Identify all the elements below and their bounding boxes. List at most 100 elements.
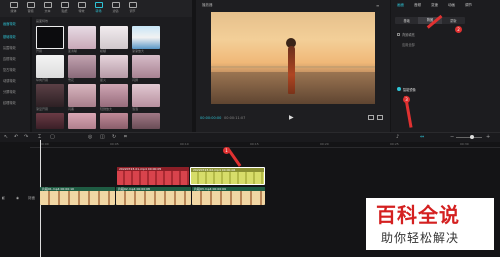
ruler-label: 00:20 bbox=[320, 142, 329, 146]
media-toolbar: 媒体 音频 文本 贴纸 特效 转场 滤镜 调节 bbox=[0, 0, 192, 17]
effect-card[interactable]: 轻微放大 bbox=[100, 84, 128, 111]
sidebar-item[interactable]: 边框特效 bbox=[3, 56, 16, 62]
crop-icon[interactable] bbox=[368, 115, 374, 120]
effect-thumbnail bbox=[36, 26, 64, 49]
tab-speed[interactable]: 变速 bbox=[431, 3, 438, 9]
property-tabs: 画面 音频 变速 动画 调节 bbox=[393, 3, 498, 9]
tab-audio[interactable]: 音频 bbox=[414, 3, 421, 9]
mic-icon[interactable]: ♪ bbox=[396, 134, 399, 140]
player-title: 播放器 bbox=[202, 3, 213, 7]
sidebar-header[interactable]: 画面特效 bbox=[3, 21, 16, 27]
video-clip[interactable]: 片段02.mp4 00:00:08 bbox=[116, 187, 191, 205]
effect-card[interactable]: 泡泡 bbox=[132, 84, 160, 111]
tool-filter[interactable]: 滤镜 bbox=[108, 2, 123, 16]
effect-card[interactable]: 变清晰 bbox=[68, 26, 96, 53]
effect-thumbnail bbox=[100, 26, 128, 49]
effect-thumbnail bbox=[100, 84, 128, 107]
sidebar-item[interactable]: 动感特效 bbox=[3, 78, 16, 84]
effect-thumbnail bbox=[68, 26, 96, 49]
video-preview[interactable] bbox=[211, 12, 375, 104]
video-clip[interactable]: 片段03.mp4 00:00:09 bbox=[192, 187, 265, 205]
effect-card[interactable] bbox=[36, 113, 64, 129]
audio-icon bbox=[26, 2, 35, 8]
annotation-badge: 1 bbox=[223, 147, 230, 154]
rotate-icon[interactable]: ↻ bbox=[112, 134, 116, 140]
ruler-label: 00:30 bbox=[460, 142, 469, 146]
effect-thumbnail bbox=[68, 113, 96, 129]
freeze-icon[interactable]: ◎ bbox=[88, 134, 92, 140]
tab-animation[interactable]: 动画 bbox=[448, 3, 455, 9]
effect-thumbnail bbox=[132, 26, 160, 49]
clip-frames bbox=[40, 191, 115, 205]
zoom-out-icon[interactable]: − bbox=[450, 134, 454, 140]
subtab-basic[interactable]: 基础 bbox=[395, 18, 418, 23]
effect-clip-selected[interactable]: 20220723-02.mp4 00:00:06 bbox=[190, 167, 265, 185]
effect-card[interactable]: 纵向开幕 bbox=[36, 55, 64, 82]
effect-card[interactable]: 渐显开幕 bbox=[36, 84, 64, 111]
tool-transition[interactable]: 转场 bbox=[91, 2, 106, 16]
play-icon[interactable]: ▶ bbox=[289, 114, 294, 121]
smart-mirror-toggle[interactable] bbox=[397, 87, 401, 91]
tab-adjust[interactable]: 调节 bbox=[465, 3, 472, 9]
ruler-label: 00:10 bbox=[180, 142, 189, 146]
effect-card[interactable]: 闪黑 bbox=[68, 84, 96, 111]
video-clip[interactable]: 片段01.mp4 00:00:10 bbox=[40, 187, 115, 205]
track-audio-icon[interactable]: ◉ bbox=[16, 196, 19, 200]
redo-icon[interactable]: ↷ bbox=[24, 134, 28, 140]
effect-card[interactable]: 星火 bbox=[100, 55, 128, 82]
effect-thumbnail bbox=[36, 113, 64, 129]
link-icon[interactable]: ⇔ bbox=[420, 134, 424, 140]
undo-icon[interactable]: ↶ bbox=[14, 134, 18, 140]
effect-card[interactable] bbox=[100, 113, 128, 129]
sidebar-item[interactable]: 基础特效 bbox=[3, 34, 16, 40]
effect-thumbnail bbox=[68, 55, 96, 78]
delete-icon[interactable]: ▢ bbox=[50, 134, 55, 140]
section-title: 画面特效 bbox=[36, 19, 49, 23]
ruler-label: 00:05 bbox=[110, 142, 119, 146]
effect-thumbnail bbox=[36, 84, 64, 107]
effect-card[interactable] bbox=[132, 113, 160, 129]
effect-card[interactable] bbox=[68, 113, 96, 129]
track-lock-icon[interactable]: ◧ bbox=[2, 196, 5, 200]
filter-icon bbox=[111, 2, 120, 8]
tool-effects[interactable]: 特效 bbox=[74, 2, 89, 16]
effect-clip[interactable]: 20220723-01.mp4 00:00:05 bbox=[117, 167, 189, 185]
zoom-slider-handle[interactable] bbox=[470, 135, 474, 139]
subtab-mask[interactable]: 蒙版 bbox=[442, 18, 465, 23]
ruler-label: 00:00 bbox=[40, 142, 49, 146]
tool-audio[interactable]: 音频 bbox=[23, 2, 38, 16]
time-ruler[interactable]: 00:00 00:05 00:10 00:15 00:20 00:25 00:3… bbox=[30, 142, 500, 148]
effect-thumbnail bbox=[36, 55, 64, 78]
effect-thumbnail bbox=[68, 84, 96, 107]
menu-icon[interactable]: ≡ bbox=[376, 3, 379, 8]
tool-text[interactable]: 文本 bbox=[40, 2, 55, 16]
annotation-badge: 3 bbox=[403, 96, 410, 103]
effect-thumbnail bbox=[132, 55, 160, 78]
effect-card[interactable]: 渐渐放大 bbox=[132, 26, 160, 53]
effect-card[interactable]: 模糊 bbox=[100, 26, 128, 53]
sticker-icon bbox=[60, 2, 69, 8]
sidebar-item[interactable]: 纹理特效 bbox=[3, 100, 16, 106]
watermark-title: 百科全说 bbox=[376, 203, 460, 227]
zoom-slider[interactable] bbox=[456, 137, 482, 138]
ruler-label: 00:15 bbox=[250, 142, 259, 146]
transition-icon bbox=[94, 2, 103, 8]
fullscreen-icon[interactable] bbox=[377, 115, 383, 120]
tool-media[interactable]: 媒体 bbox=[6, 2, 21, 16]
sidebar-item[interactable]: 复古特效 bbox=[3, 67, 16, 73]
crop-tool-icon[interactable]: ⌗ bbox=[124, 134, 127, 140]
sidebar-item[interactable]: 氛围特效 bbox=[3, 45, 16, 51]
tab-picture[interactable]: 画面 bbox=[397, 3, 404, 9]
apply-all-checkbox[interactable] bbox=[397, 33, 400, 36]
effect-card[interactable]: 闪屏 bbox=[132, 55, 160, 82]
effect-thumbnail bbox=[100, 113, 128, 129]
effect-card[interactable]: 开幕 bbox=[36, 26, 64, 53]
tool-sticker[interactable]: 贴纸 bbox=[57, 2, 72, 16]
zoom-in-icon[interactable]: + bbox=[486, 134, 490, 140]
sidebar-item[interactable]: 分屏特效 bbox=[3, 89, 16, 95]
track-label: 封面 bbox=[28, 196, 35, 200]
select-icon[interactable]: ↖ bbox=[4, 134, 8, 140]
mirror-icon[interactable]: ◫ bbox=[100, 134, 105, 140]
effect-card[interactable]: 雪花 bbox=[68, 55, 96, 82]
tool-adjust[interactable]: 调节 bbox=[125, 2, 140, 16]
